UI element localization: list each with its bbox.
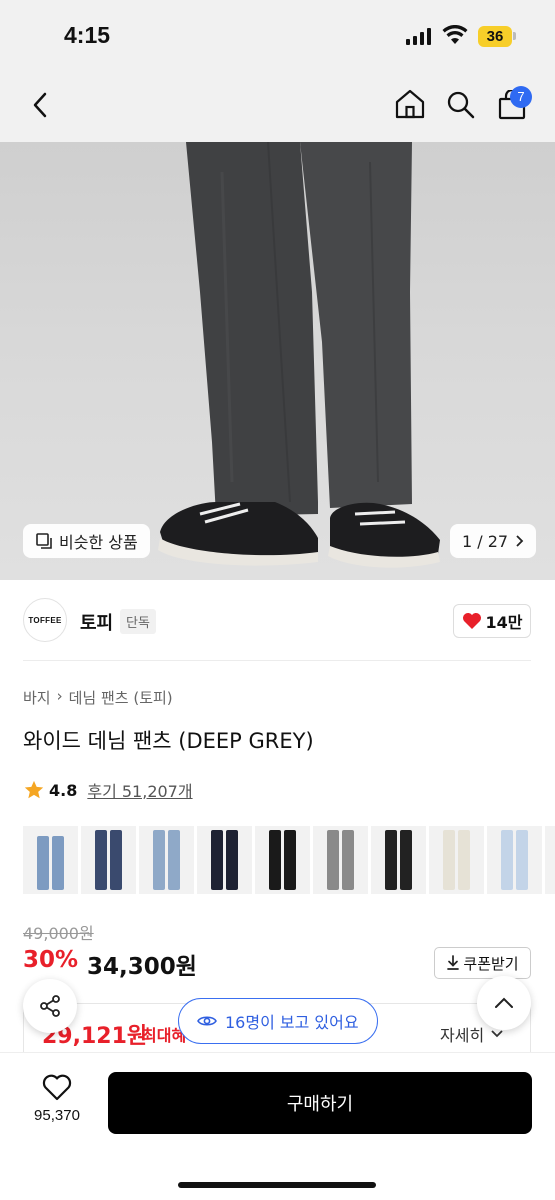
- download-icon: [447, 955, 460, 970]
- variant-swatch: [168, 830, 180, 890]
- viewers-text: 16명이 보고 있어요: [225, 1013, 359, 1032]
- share-icon: [40, 995, 60, 1017]
- similar-products-label: 비슷한 상품: [59, 533, 138, 552]
- variant-swatch: [501, 830, 513, 890]
- brand-like-count: 14만: [485, 613, 523, 632]
- home-indicator: [178, 1182, 376, 1188]
- breadcrumb-item[interactable]: 데님 팬츠 (토피): [69, 687, 173, 708]
- exclusive-badge: 단독: [120, 609, 156, 634]
- chevron-up-icon: [495, 997, 513, 1008]
- reviews-link[interactable]: 후기 51,207개: [87, 778, 192, 802]
- variant-thumbnail[interactable]: [545, 826, 555, 894]
- back-arrow-icon[interactable]: [30, 90, 52, 120]
- rating-score: 4.8: [49, 780, 78, 800]
- variant-swatch: [516, 830, 528, 890]
- brand-like-button[interactable]: 14만: [453, 604, 531, 638]
- variant-thumbnails: [23, 826, 555, 894]
- variant-swatch: [385, 830, 397, 890]
- star-icon: [24, 780, 44, 799]
- chevron-down-icon: [491, 1030, 503, 1038]
- cellular-signal-icon: [406, 28, 431, 45]
- eye-icon: [197, 1016, 217, 1026]
- variant-swatch: [269, 830, 281, 890]
- heart-filled-icon: [462, 613, 481, 629]
- section-divider: [23, 660, 531, 661]
- variant-swatch: [37, 836, 49, 890]
- buy-button[interactable]: 구매하기: [108, 1072, 532, 1134]
- product-title: 와이드 데님 팬츠 (DEEP GREY): [23, 729, 314, 753]
- cart-count-badge: 7: [510, 86, 532, 108]
- home-icon[interactable]: [394, 88, 426, 120]
- heart-outline-icon: [42, 1074, 72, 1101]
- product-image-carousel[interactable]: 비슷한 상품 1 / 27: [0, 142, 555, 580]
- top-nav-bar: [0, 70, 555, 142]
- variant-thumbnail[interactable]: [81, 826, 136, 894]
- scroll-top-button[interactable]: [477, 976, 531, 1030]
- status-time: 4:15: [64, 22, 111, 48]
- breadcrumb-item[interactable]: 바지: [23, 687, 51, 708]
- battery-indicator: 36: [478, 26, 512, 47]
- variant-swatch: [284, 830, 296, 890]
- wifi-icon: [442, 25, 468, 44]
- variant-thumbnail[interactable]: [371, 826, 426, 894]
- variant-swatch: [226, 830, 238, 890]
- discount-rate: 30%: [23, 947, 79, 973]
- coupon-label: 쿠폰받기: [463, 954, 519, 973]
- variant-swatch: [443, 830, 455, 890]
- original-price: 49,000원: [23, 924, 94, 943]
- variant-swatch: [52, 836, 64, 890]
- viewers-toast: 16명이 보고 있어요: [178, 998, 378, 1044]
- details-label: 자세히: [440, 1026, 485, 1045]
- chevron-right-icon: ›: [56, 687, 63, 705]
- similar-products-button[interactable]: 비슷한 상품: [23, 524, 150, 558]
- chevron-right-icon: [516, 535, 524, 547]
- variant-swatch: [211, 830, 223, 890]
- variant-thumbnail[interactable]: [429, 826, 484, 894]
- share-button[interactable]: [23, 979, 77, 1033]
- variant-thumbnail[interactable]: [139, 826, 194, 894]
- brand-logo[interactable]: TOFFEE: [23, 598, 67, 642]
- variant-thumbnail[interactable]: [487, 826, 542, 894]
- status-bar: 4:15 36: [0, 0, 555, 70]
- variant-swatch: [400, 830, 412, 890]
- variant-swatch: [153, 830, 165, 890]
- image-counter-button[interactable]: 1 / 27: [450, 524, 537, 558]
- variant-swatch: [458, 830, 470, 890]
- variant-swatch: [110, 830, 122, 890]
- variant-thumbnail[interactable]: [197, 826, 252, 894]
- variant-thumbnail[interactable]: [313, 826, 368, 894]
- breadcrumb: 바지 › 데님 팬츠 (토피): [23, 687, 173, 708]
- similar-icon: [36, 533, 52, 549]
- wishlist-count: 95,370: [34, 1107, 80, 1124]
- variant-swatch: [342, 830, 354, 890]
- coupon-button[interactable]: 쿠폰받기: [434, 947, 531, 979]
- wishlist-button[interactable]: 95,370: [22, 1074, 92, 1124]
- variant-thumbnail[interactable]: [23, 826, 78, 894]
- variant-thumbnail[interactable]: [255, 826, 310, 894]
- brand-name[interactable]: 토피: [80, 609, 113, 635]
- battery-tip: [513, 32, 516, 40]
- variant-swatch: [95, 830, 107, 890]
- search-icon[interactable]: [446, 90, 476, 120]
- product-photo: [158, 142, 440, 568]
- sale-price: 34,300원: [87, 954, 197, 980]
- rating-row: 4.8 후기 51,207개: [23, 778, 193, 802]
- variant-swatch: [327, 830, 339, 890]
- image-counter: 1 / 27: [462, 531, 509, 551]
